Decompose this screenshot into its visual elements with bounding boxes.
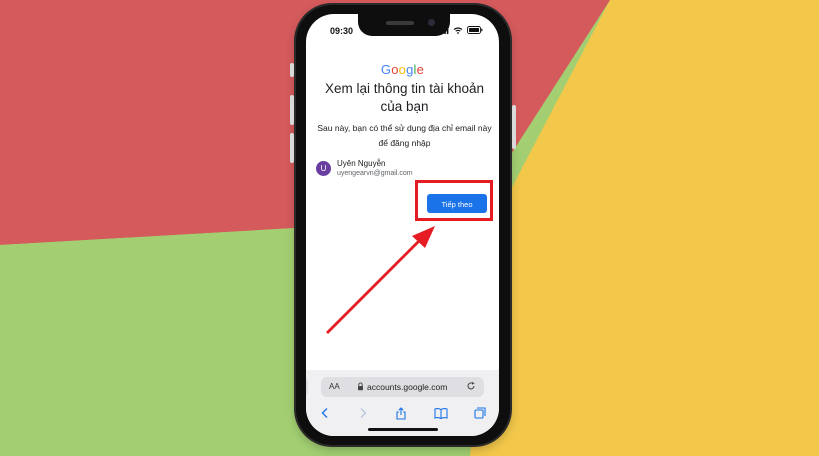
google-logo-letter: G <box>380 62 392 77</box>
power-button <box>512 105 516 149</box>
google-logo: Google <box>306 62 499 77</box>
url-text: accounts.google.com <box>367 382 448 392</box>
volume-up-button <box>290 95 294 125</box>
tabs-icon[interactable] <box>474 407 486 419</box>
address-bar[interactable]: AA accounts.google.com <box>321 377 484 397</box>
page-title: Xem lại thông tin tài khoản của bạn <box>324 81 485 114</box>
share-icon[interactable] <box>395 406 407 420</box>
text-size-button[interactable]: AA <box>329 382 340 391</box>
account-email: uyengearvn@gmail.com <box>337 170 413 177</box>
google-logo-letter: o <box>391 62 399 77</box>
volume-down-button <box>290 133 294 163</box>
safari-bottom-bar: AA accounts.google.com <box>306 370 499 436</box>
wifi-icon <box>453 26 463 34</box>
forward-icon[interactable] <box>357 407 369 419</box>
previous-tab-pill[interactable] <box>306 377 308 397</box>
phone-frame: 09:30 Google Xem lại thông tin tài khoản… <box>290 5 516 445</box>
status-icons <box>439 26 483 34</box>
phone-screen: 09:30 Google Xem lại thông tin tài khoản… <box>306 14 499 436</box>
home-indicator <box>368 428 438 431</box>
reload-icon[interactable] <box>466 381 476 391</box>
google-logo-letter: o <box>398 62 407 77</box>
avatar: U <box>316 161 331 176</box>
google-logo-letter: g <box>406 62 414 77</box>
back-icon[interactable] <box>319 407 331 419</box>
notch <box>358 14 450 36</box>
status-time: 09:30 <box>330 26 354 36</box>
google-logo-letter: e <box>416 62 425 77</box>
bookmarks-icon[interactable] <box>434 407 448 419</box>
signal-icon <box>439 26 449 34</box>
mute-switch <box>290 63 294 77</box>
page-subtitle: Sau này, bạn có thể sử dụng địa chỉ emai… <box>317 123 492 148</box>
lock-icon <box>358 382 363 391</box>
account-chip: U Uyên Nguyễn uyengearvn@gmail.com <box>316 159 413 177</box>
speaker <box>386 21 414 25</box>
front-camera <box>428 19 435 26</box>
account-name: Uyên Nguyễn <box>337 159 386 168</box>
safari-toolbar <box>306 403 499 423</box>
battery-icon <box>467 26 483 34</box>
account-info: Uyên Nguyễn uyengearvn@gmail.com <box>337 159 413 177</box>
highlight-box <box>415 180 493 221</box>
